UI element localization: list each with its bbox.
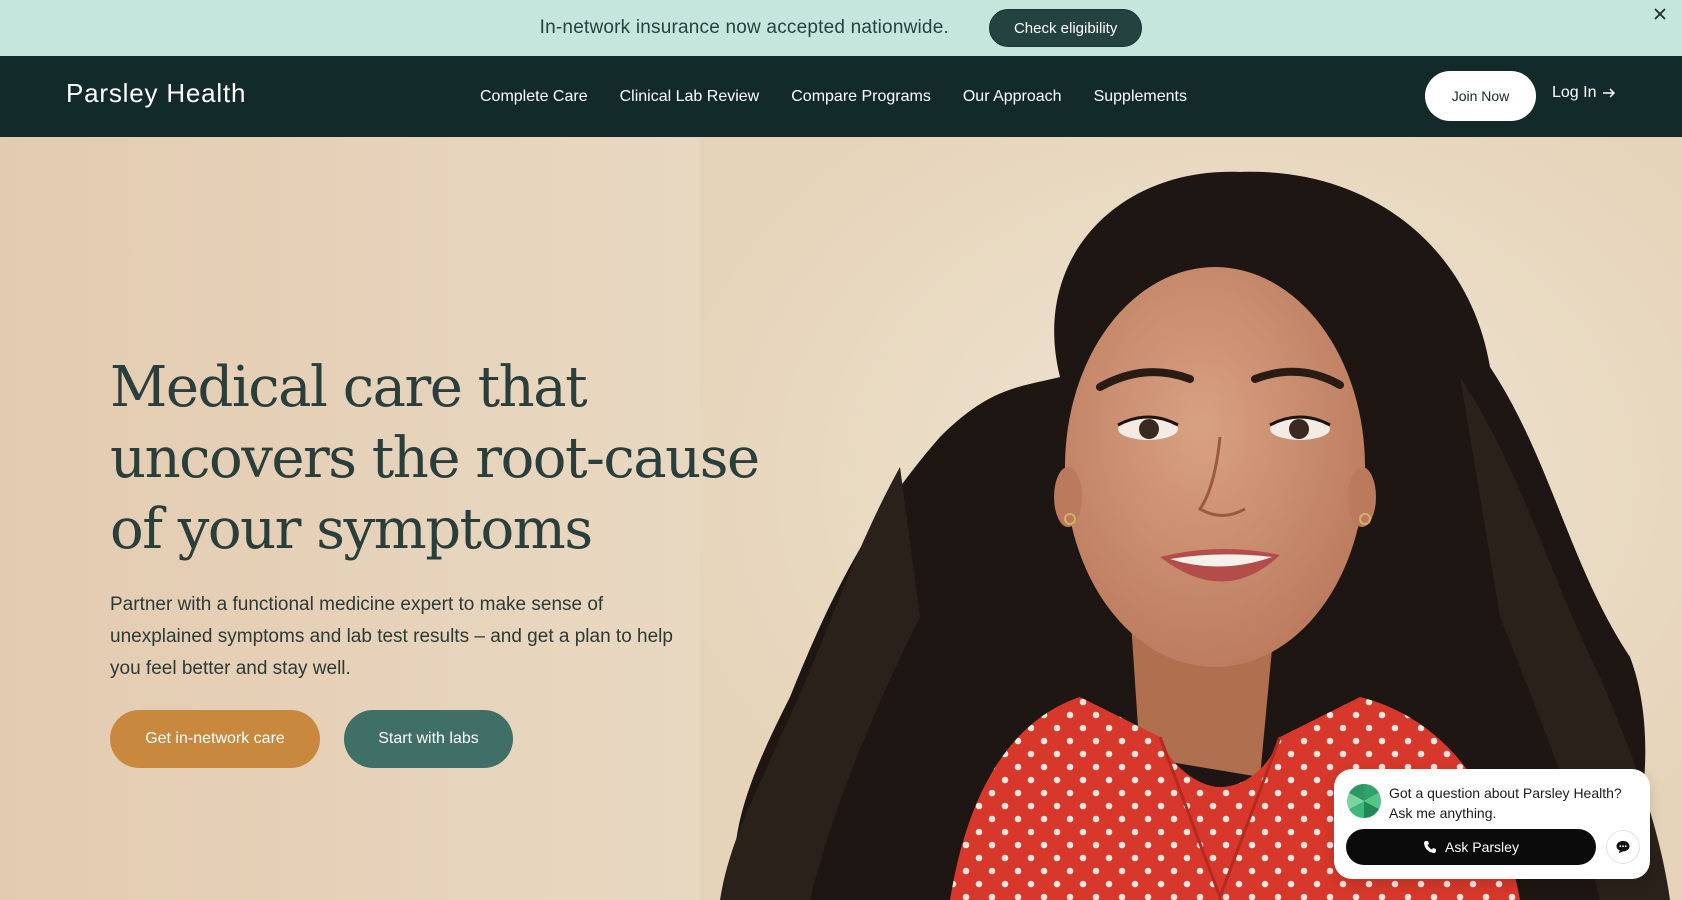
start-with-labs-button[interactable]: Start with labs: [344, 710, 513, 768]
join-now-button[interactable]: Join Now: [1425, 71, 1536, 121]
nav-link-complete-care[interactable]: Complete Care: [480, 88, 588, 106]
logo[interactable]: Parsley Health: [66, 78, 246, 109]
announcement-bar: In-network insurance now accepted nation…: [0, 0, 1682, 56]
ask-parsley-button[interactable]: Ask Parsley: [1346, 829, 1596, 865]
nav-link-clinical-lab-review[interactable]: Clinical Lab Review: [620, 88, 760, 106]
get-in-network-care-button[interactable]: Get in-network care: [110, 710, 320, 768]
login-label: Log In: [1552, 84, 1597, 101]
phone-icon: [1424, 841, 1437, 853]
main-nav: Parsley Health Complete Care Clinical La…: [0, 56, 1682, 137]
parsley-logo-icon: [1347, 784, 1381, 818]
nav-links: Complete Care Clinical Lab Review Compar…: [480, 56, 1187, 137]
login-link[interactable]: Log In: [1552, 84, 1616, 102]
hero-subtext: Partner with a functional medicine exper…: [110, 594, 673, 679]
nav-link-compare-programs[interactable]: Compare Programs: [791, 88, 931, 106]
chat-widget: Got a question about Parsley Health? Ask…: [1334, 769, 1650, 879]
arrow-right-icon: [1603, 88, 1616, 98]
announcement-text: In-network insurance now accepted nation…: [539, 17, 949, 38]
check-eligibility-button[interactable]: Check eligibility: [988, 9, 1143, 47]
close-icon[interactable]: [1650, 4, 1670, 24]
hero-headline: Medical care that uncovers the root-caus…: [110, 355, 760, 562]
nav-link-our-approach[interactable]: Our Approach: [963, 88, 1062, 106]
chat-bubble-icon[interactable]: [1606, 830, 1640, 864]
ask-parsley-label: Ask Parsley: [1445, 839, 1519, 855]
nav-link-supplements[interactable]: Supplements: [1094, 88, 1187, 106]
chat-question: Got a question about Parsley Health? Ask…: [1389, 785, 1622, 821]
